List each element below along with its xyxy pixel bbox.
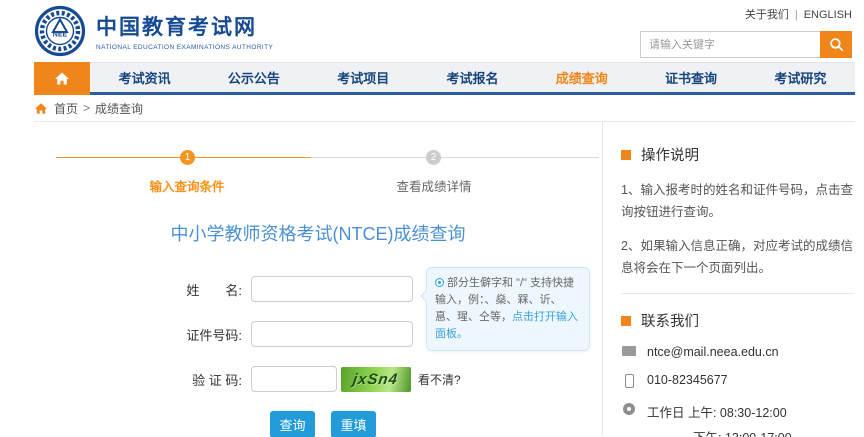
contact-phone: 010-82345677: [647, 373, 728, 387]
captcha-refresh-link[interactable]: 看不清?: [418, 371, 461, 388]
step-2-dot: 2: [426, 150, 441, 165]
site-subtitle: NATIONAL EDUCATION EXAMINATIONS AUTHORIT…: [96, 44, 274, 51]
nav-item-public-notices[interactable]: 公示公告: [199, 63, 308, 92]
breadcrumb: 首页 > 成绩查询: [34, 95, 855, 122]
contact-email: ntce@mail.neea.edu.cn: [647, 345, 779, 359]
page-title: 中小学教师资格考试(NTCE)成绩查询: [170, 224, 466, 244]
neea-logo-icon: NEE: [34, 5, 86, 57]
sidebar-divider: [621, 293, 854, 294]
breadcrumb-current: 成绩查询: [95, 101, 144, 116]
step-line-inactive: [311, 157, 599, 158]
email-icon: [622, 346, 636, 356]
step-indicator: 1 2 输入查询条件 查看成绩详情: [34, 144, 602, 206]
sidebar: 操作说明 1、输入报考时的姓名和证件号码，点击查询按钮进行查询。 2、如果输入信…: [603, 122, 864, 437]
top-links: 关于我们 | ENGLISH: [640, 6, 852, 22]
id-number-field[interactable]: [251, 321, 413, 347]
nav-item-exam-research[interactable]: 考试研究: [746, 63, 855, 92]
step-1-dot: 1: [180, 150, 195, 165]
step-1-label: 输入查询条件: [149, 180, 225, 194]
site-title: 中国教育考试网: [96, 16, 257, 39]
search-button[interactable]: [820, 31, 852, 58]
name-field[interactable]: [251, 276, 413, 302]
step-2-label: 查看成绩详情: [396, 180, 472, 194]
radio-bullet-icon: [435, 278, 444, 287]
breadcrumb-home-icon: [34, 102, 48, 114]
svg-text:NEE: NEE: [53, 32, 68, 39]
contact-title: 联系我们: [641, 314, 699, 330]
nav-item-score-query[interactable]: 成绩查询: [527, 63, 636, 92]
instruction-step-1: 1、输入报考时的姓名和证件号码，点击查询按钮进行查询。: [621, 183, 853, 219]
brand-text: 中国教育考试网 NATIONAL EDUCATION EXAMINATIONS …: [96, 11, 273, 51]
breadcrumb-home-link[interactable]: 首页: [54, 100, 78, 117]
orange-square-bullet-icon: [621, 315, 631, 326]
main-nav: 考试资讯 公示公告 考试项目 考试报名 成绩查询 证书查询 考试研究: [34, 62, 855, 95]
query-panel: 1 2 输入查询条件 查看成绩详情 中小学教师资格考试(NTCE)成绩查询 姓 …: [34, 122, 603, 437]
instruction-step-2: 2、如果输入信息正确，对应考试的成绩信息将会在下一个页面列出。: [621, 239, 853, 275]
nav-item-exam-registration[interactable]: 考试报名: [418, 63, 527, 92]
score-query-form: 姓 名: 部分生僻字和 "/" 支持快捷输入，例：、燊、槑、䜣、惪、瑆、仝等，点…: [164, 267, 602, 392]
search-icon: [829, 38, 843, 52]
contact-hours-line1: 工作日 上午: 08:30-12:00: [647, 406, 787, 420]
site-header: NEE 中国教育考试网 NATIONAL EDUCATION EXAMINATI…: [0, 0, 864, 62]
search-input[interactable]: [640, 31, 820, 58]
captcha-label: 验 证 码:: [192, 372, 242, 388]
captcha-text: jxSn4: [352, 370, 400, 388]
query-button[interactable]: 查询: [270, 411, 315, 437]
about-us-link[interactable]: 关于我们: [745, 9, 789, 21]
home-icon: [55, 72, 69, 85]
nav-item-exam-programs[interactable]: 考试项目: [309, 63, 418, 92]
instructions-header: 操作说明: [621, 144, 854, 165]
nav-item-certificate-query[interactable]: 证书查询: [636, 63, 745, 92]
captcha-field[interactable]: [251, 366, 337, 392]
contact-hours-line2: 下午: 13:00-17:00: [693, 427, 854, 437]
captcha-image[interactable]: jxSn4: [341, 366, 411, 392]
search-box: [640, 31, 852, 58]
rare-character-tooltip: 部分生僻字和 "/" 支持快捷输入，例：、燊、槑、䜣、惪、瑆、仝等，点击打开输入…: [420, 267, 590, 351]
breadcrumb-separator: >: [83, 101, 91, 115]
orange-square-bullet-icon: [621, 149, 631, 160]
id-number-label: 证件号码:: [186, 327, 242, 343]
english-link[interactable]: ENGLISH: [804, 9, 852, 21]
tooltip-arrow: [420, 290, 432, 302]
phone-icon: [624, 374, 634, 388]
nav-home-button[interactable]: [34, 62, 90, 95]
clock-icon: [623, 403, 635, 415]
name-label: 姓 名:: [186, 282, 242, 298]
instructions-title: 操作说明: [641, 148, 699, 164]
nav-item-exam-news[interactable]: 考试资讯: [90, 63, 199, 92]
contact-header: 联系我们: [621, 310, 854, 331]
link-separator: |: [794, 9, 798, 21]
reset-button[interactable]: 重填: [331, 411, 376, 437]
